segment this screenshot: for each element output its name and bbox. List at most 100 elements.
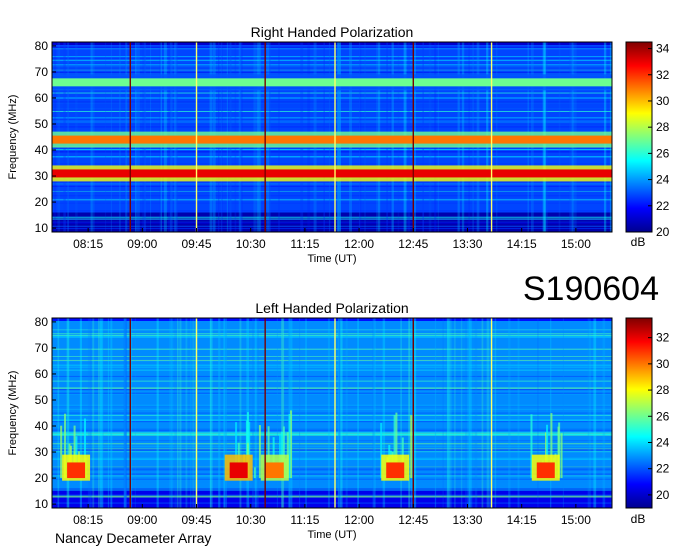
texture-strip: [448, 318, 452, 508]
colorbar: [625, 41, 653, 233]
texture-strip: [171, 318, 174, 508]
burst-streak: [253, 467, 256, 479]
rfi-line: [52, 473, 612, 475]
texture-strip: [89, 318, 92, 508]
rfi-line: [52, 420, 612, 422]
rfi-line: [52, 466, 612, 468]
colorbar-tick-label: 22: [656, 199, 670, 213]
x-axis-label: Time (UT): [307, 529, 356, 541]
texture-strip: [92, 318, 95, 508]
y-tick-label: 20: [35, 471, 49, 485]
rfi-line: [52, 481, 612, 483]
burst-streak: [258, 425, 261, 479]
rfi-line: [52, 458, 612, 460]
rfi-line: [52, 404, 612, 406]
x-tick-label: 15:00: [561, 513, 591, 527]
texture-strip: [305, 318, 307, 508]
rfi-line: [52, 502, 612, 504]
rfi-line: [52, 359, 612, 361]
colorbar-tick-label: 28: [656, 383, 670, 397]
texture-strip: [218, 318, 221, 508]
texture-strip: [453, 318, 456, 508]
y-tick-label: 10: [35, 497, 49, 511]
x-tick-label: 13:30: [452, 513, 482, 527]
texture-strip: [192, 318, 195, 508]
instrument-label: Nancay Decameter Array: [55, 530, 211, 546]
colorbar-tick-label: 30: [656, 357, 670, 371]
colorbar-label: dB: [631, 235, 646, 249]
rfi-line: [52, 496, 612, 498]
rfi-line: [52, 443, 612, 445]
texture-strip: [434, 318, 437, 508]
left-polarization-panel: Left Handed Polarization Time (UT) Frequ…: [7, 300, 670, 541]
x-tick-label: 12:45: [398, 513, 428, 527]
x-tick-label: 12:00: [344, 513, 374, 527]
texture-strip: [494, 318, 497, 508]
rfi-line: [52, 451, 612, 453]
rfi-line: [52, 392, 612, 394]
burst-streak: [60, 425, 63, 479]
x-tick-label: 14:15: [507, 513, 537, 527]
rfi-line: [52, 489, 612, 491]
rfi-line: [52, 475, 612, 477]
rfi-line: [52, 361, 612, 363]
rfi-line: [52, 412, 612, 414]
texture-strip: [257, 318, 259, 508]
x-tick-label: 11:15: [290, 513, 319, 527]
y-tick-label: 10: [35, 221, 49, 235]
rfi-line: [52, 329, 612, 331]
x-tick-label: 12:00: [344, 237, 374, 251]
heatmap: [52, 318, 612, 508]
y-tick-label: 50: [35, 393, 49, 407]
x-tick-label: 12:45: [398, 237, 428, 251]
texture-strip: [98, 318, 100, 508]
band-core: [52, 78, 612, 87]
chart-title: Left Handed Polarization: [255, 300, 408, 316]
colorbar-label: dB: [631, 512, 646, 526]
rfi-line: [52, 387, 612, 389]
rfi-line: [52, 408, 612, 410]
rfi-line: [52, 478, 612, 480]
rfi-line: [52, 356, 612, 358]
band-core: [52, 135, 612, 144]
texture-strip: [174, 318, 178, 508]
y-axis-label: Frequency (MHz): [7, 95, 19, 180]
colorbar-tick-label: 32: [656, 331, 670, 345]
burst-streak: [560, 433, 563, 479]
y-tick-label: 60: [35, 367, 49, 381]
colorbar-tick-label: 20: [656, 488, 670, 502]
texture-strip: [345, 318, 348, 508]
texture-strip: [327, 318, 330, 508]
texture-strip: [587, 318, 590, 508]
x-tick-label: 15:00: [561, 237, 591, 251]
rfi-line: [52, 468, 612, 470]
texture-strip: [102, 318, 104, 508]
texture-strip: [209, 318, 213, 508]
texture-strip: [442, 318, 444, 508]
colorbar: [625, 317, 653, 509]
texture-strip: [177, 318, 179, 508]
texture-strip: [562, 318, 564, 508]
texture-strip: [508, 318, 511, 508]
colorbar-tick-label: 34: [656, 42, 670, 56]
rfi-line: [52, 334, 612, 336]
texture-strip: [134, 318, 136, 508]
texture-strip: [190, 318, 192, 508]
rfi-line: [52, 440, 612, 442]
y-tick-label: 80: [35, 315, 49, 329]
x-tick-label: 09:00: [127, 513, 157, 527]
colorbar-tick-label: 24: [656, 435, 670, 449]
rfi-line: [52, 380, 612, 382]
texture-strip: [179, 318, 182, 508]
texture-strip: [467, 318, 471, 508]
rfi-line: [52, 393, 612, 395]
rfi-line: [52, 416, 612, 418]
y-tick-label: 80: [35, 39, 49, 53]
rfi-line: [52, 336, 612, 338]
y-tick-label: 50: [35, 117, 49, 131]
y-axis-label: Frequency (MHz): [7, 371, 19, 456]
rfi-line: [52, 494, 612, 496]
x-tick-label: 08:15: [73, 237, 103, 251]
heatmap: [52, 42, 612, 232]
colorbar-tick-label: 24: [656, 173, 670, 187]
